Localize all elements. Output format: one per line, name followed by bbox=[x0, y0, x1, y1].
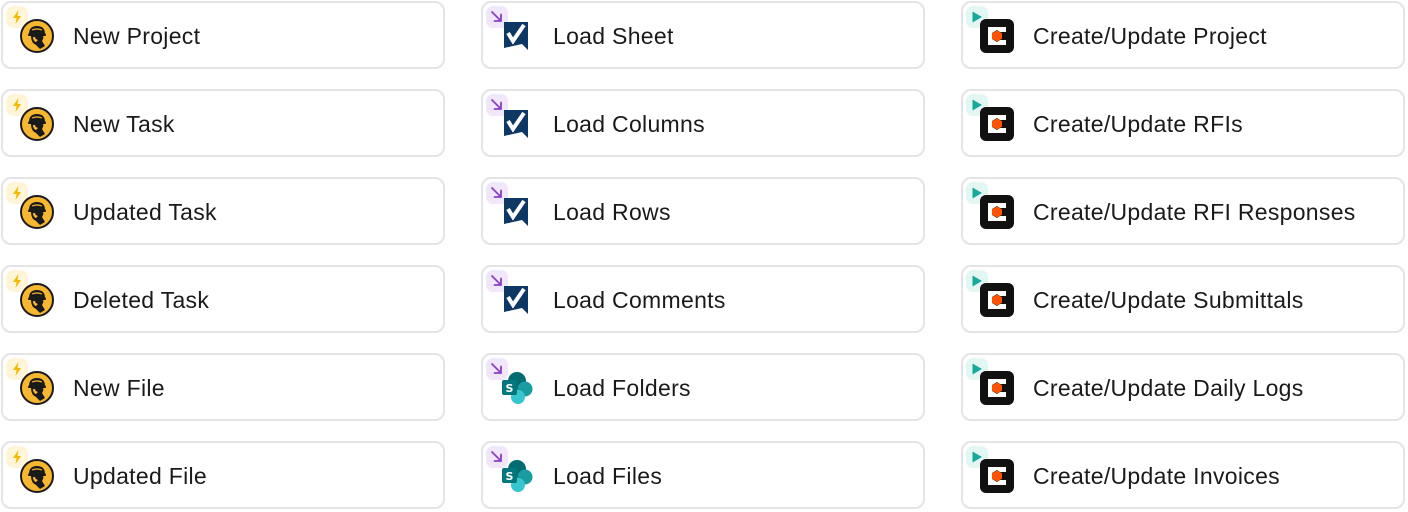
smartsheet-checkmark-icon bbox=[500, 107, 534, 141]
action-card[interactable]: Create/Update Submittals bbox=[961, 265, 1405, 333]
smartsheet-checkmark-icon bbox=[500, 195, 534, 229]
construction-worker-helmet-icon bbox=[20, 107, 54, 141]
load-label: Load Folders bbox=[553, 375, 691, 401]
trigger-card[interactable]: Deleted Task bbox=[1, 265, 445, 333]
load-card[interactable]: Load Comments bbox=[481, 265, 925, 333]
procore-c-hexagon-icon bbox=[980, 459, 1014, 493]
procore-c-hexagon-icon bbox=[980, 283, 1014, 317]
procore-c-hexagon-icon bbox=[980, 107, 1014, 141]
smartsheet-checkmark-icon bbox=[500, 283, 534, 317]
trigger-label: Updated Task bbox=[73, 199, 217, 225]
construction-worker-helmet-icon bbox=[20, 195, 54, 229]
action-label: Create/Update Daily Logs bbox=[1033, 375, 1304, 401]
load-card[interactable]: S Load Files bbox=[481, 441, 925, 509]
action-card[interactable]: Create/Update Project bbox=[961, 1, 1405, 69]
load-card[interactable]: Load Columns bbox=[481, 89, 925, 157]
action-label: Create/Update Submittals bbox=[1033, 287, 1304, 313]
action-card[interactable]: Create/Update Invoices bbox=[961, 441, 1405, 509]
construction-worker-helmet-icon bbox=[20, 371, 54, 405]
trigger-label: New Task bbox=[73, 111, 175, 137]
construction-worker-helmet-icon bbox=[20, 19, 54, 53]
smartsheet-checkmark-icon bbox=[500, 19, 534, 53]
trigger-card[interactable]: New File bbox=[1, 353, 445, 421]
action-label: Create/Update Project bbox=[1033, 23, 1267, 49]
trigger-label: New Project bbox=[73, 23, 201, 49]
action-card[interactable]: Create/Update RFIs bbox=[961, 89, 1405, 157]
load-label: Load Rows bbox=[553, 199, 671, 225]
load-card[interactable]: Load Rows bbox=[481, 177, 925, 245]
svg-text:S: S bbox=[506, 382, 514, 395]
load-label: Load Comments bbox=[553, 287, 726, 313]
trigger-card[interactable]: New Task bbox=[1, 89, 445, 157]
action-label: Create/Update Invoices bbox=[1033, 463, 1280, 489]
trigger-card[interactable]: Updated File bbox=[1, 441, 445, 509]
action-label: Create/Update RFI Responses bbox=[1033, 199, 1356, 225]
trigger-card[interactable]: New Project bbox=[1, 1, 445, 69]
load-label: Load Files bbox=[553, 463, 663, 489]
load-card[interactable]: S Load Folders bbox=[481, 353, 925, 421]
procore-c-hexagon-icon bbox=[980, 371, 1014, 405]
procore-c-hexagon-icon bbox=[980, 195, 1014, 229]
load-label: Load Columns bbox=[553, 111, 705, 137]
svg-text:S: S bbox=[506, 470, 514, 483]
action-card[interactable]: Create/Update RFI Responses bbox=[961, 177, 1405, 245]
load-card[interactable]: Load Sheet bbox=[481, 1, 925, 69]
sharepoint-icon: S bbox=[500, 459, 534, 493]
trigger-label: New File bbox=[73, 375, 165, 401]
procore-c-hexagon-icon bbox=[980, 19, 1014, 53]
construction-worker-helmet-icon bbox=[20, 283, 54, 317]
action-label: Create/Update RFIs bbox=[1033, 111, 1243, 137]
load-label: Load Sheet bbox=[553, 23, 674, 49]
trigger-card[interactable]: Updated Task bbox=[1, 177, 445, 245]
action-card[interactable]: Create/Update Daily Logs bbox=[961, 353, 1405, 421]
construction-worker-helmet-icon bbox=[20, 459, 54, 493]
trigger-label: Deleted Task bbox=[73, 287, 210, 313]
sharepoint-icon: S bbox=[500, 371, 534, 405]
trigger-label: Updated File bbox=[73, 463, 208, 489]
